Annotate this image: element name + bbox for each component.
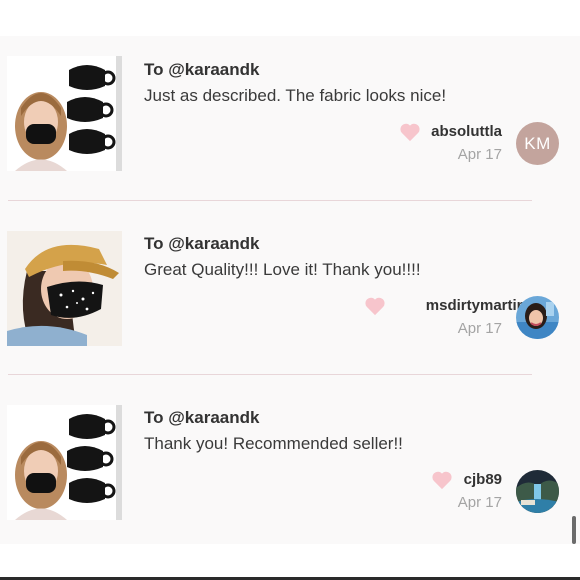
scrollbar-thumb[interactable]	[572, 516, 576, 544]
divider	[8, 200, 532, 201]
mask-product-image	[7, 231, 122, 346]
heart-icon[interactable]	[364, 296, 386, 316]
comments-feed[interactable]: To @karaandk Just as described. The fabr…	[0, 36, 580, 544]
divider	[8, 374, 532, 375]
user-photo	[516, 470, 559, 513]
commenter-username[interactable]: cjb89	[464, 471, 502, 488]
comment-date: Apr 17	[457, 320, 502, 337]
comment-text: Great Quality!!! Love it! Thank you!!!!	[144, 260, 421, 279]
top-strip	[0, 0, 580, 36]
product-thumbnail[interactable]	[7, 231, 122, 346]
avatar[interactable]: KM	[516, 122, 559, 165]
comment-card: To @karaandk Thank you! Recommended sell…	[0, 384, 580, 558]
commenter-username[interactable]: msdirtymartini	[426, 297, 530, 314]
avatar-initials: KM	[524, 133, 551, 153]
comment-text: Just as described. The fabric looks nice…	[144, 86, 447, 105]
comment-date: Apr 17	[457, 494, 502, 511]
bottom-bar	[0, 544, 580, 580]
recipient-label: To @karaandk	[144, 60, 260, 79]
recipient-label: To @karaandk	[144, 234, 260, 253]
user-photo	[516, 296, 559, 339]
avatar[interactable]	[516, 470, 559, 513]
comment-text: Thank you! Recommended seller!!	[144, 434, 403, 453]
heart-icon[interactable]	[431, 470, 453, 490]
heart-icon[interactable]	[399, 122, 421, 142]
commenter-username[interactable]: absoluttla	[431, 123, 502, 140]
comment-card: To @karaandk Great Quality!!! Love it! T…	[0, 210, 580, 384]
comment-card: To @karaandk Just as described. The fabr…	[0, 36, 580, 210]
recipient-label: To @karaandk	[144, 408, 260, 427]
mask-product-image	[7, 56, 122, 171]
mask-product-image	[7, 405, 122, 520]
avatar[interactable]	[516, 296, 559, 339]
comment-date: Apr 17	[457, 146, 502, 163]
product-thumbnail[interactable]	[7, 56, 122, 171]
product-thumbnail[interactable]	[7, 405, 122, 520]
